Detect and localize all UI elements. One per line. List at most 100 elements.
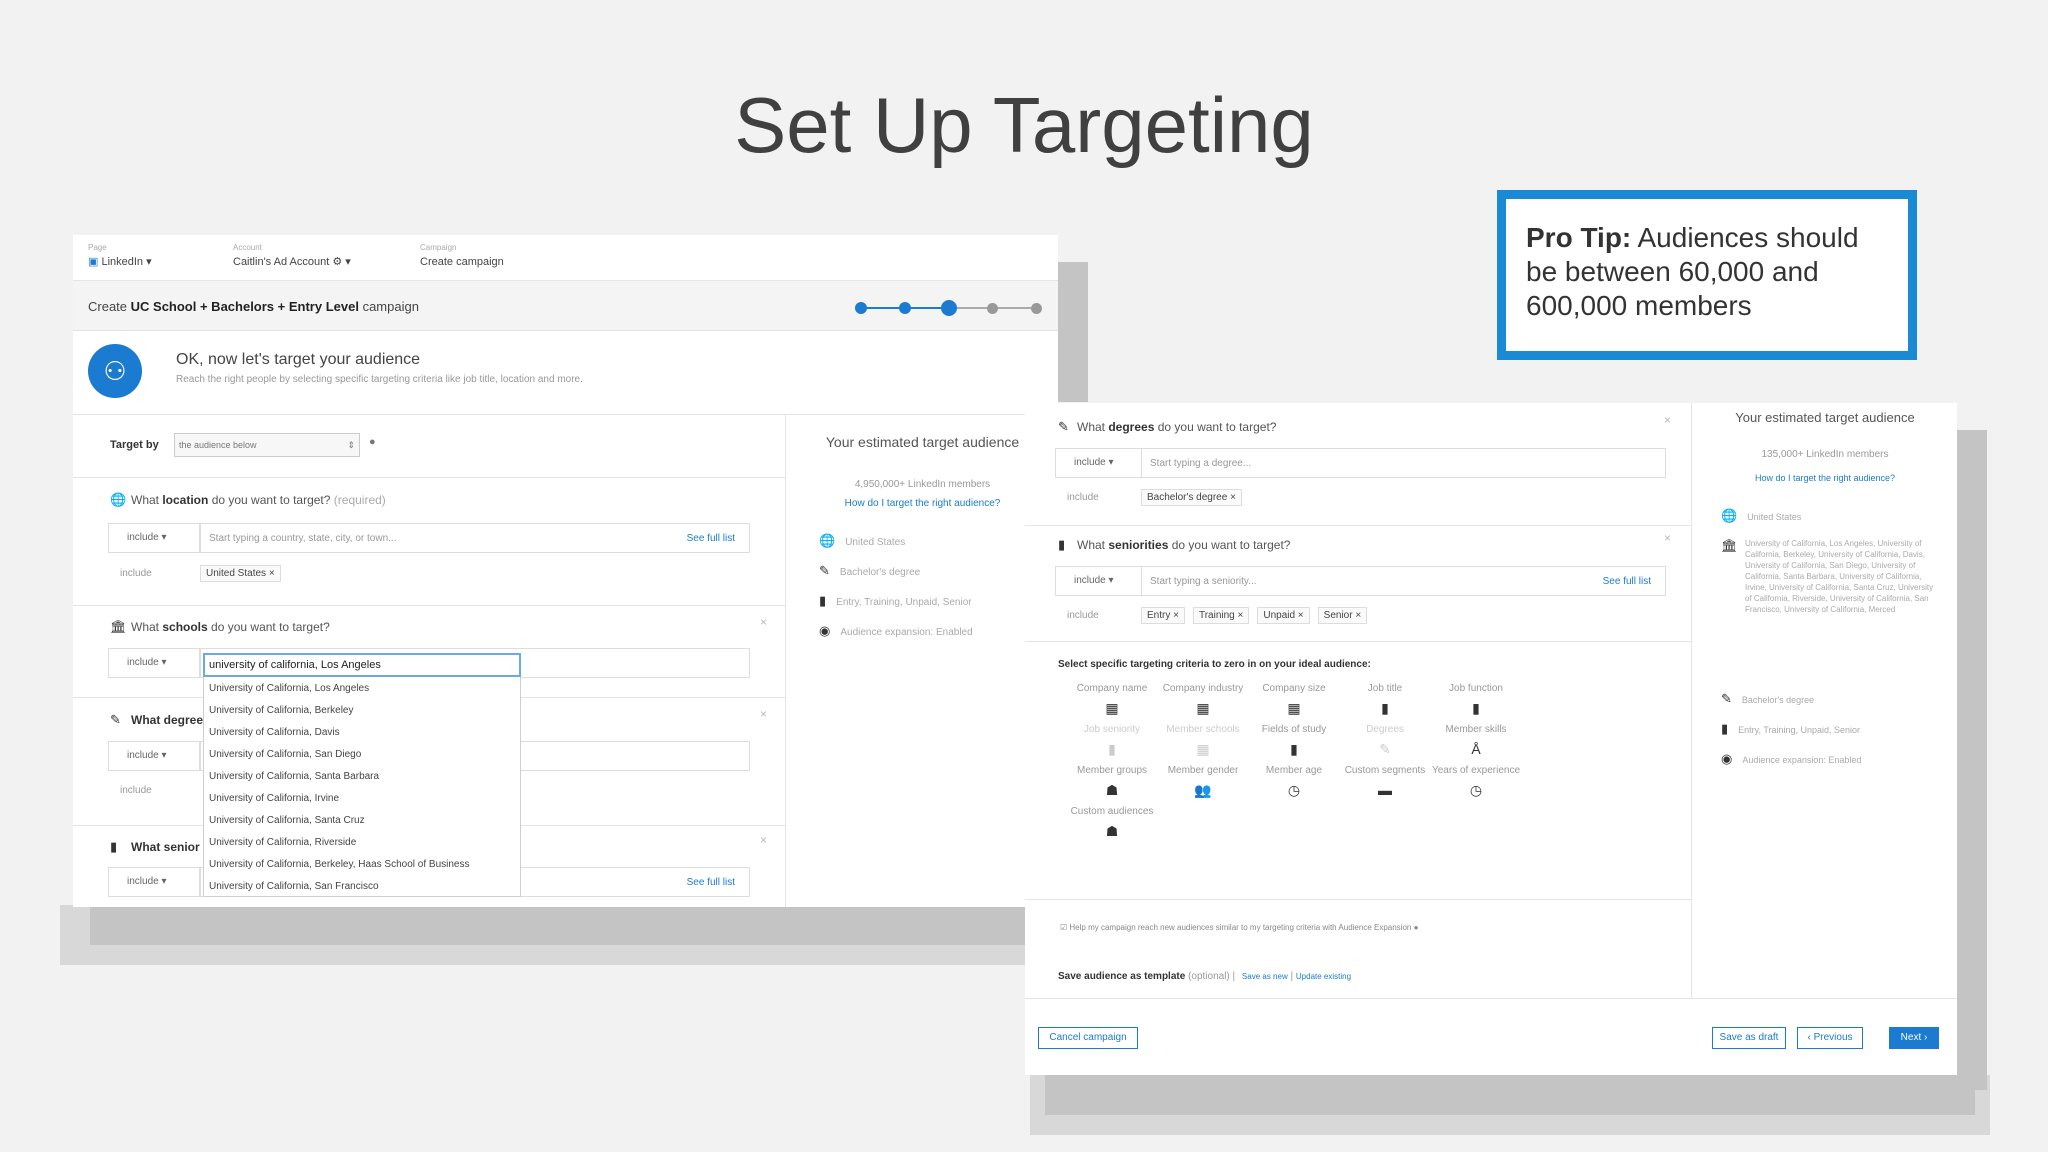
- estimate-help-link[interactable]: How do I target the right audience?: [787, 498, 1058, 509]
- cancel-campaign-button[interactable]: Cancel campaign: [1038, 1027, 1138, 1049]
- pro-tip-box: Pro Tip: Audiences should be between 60,…: [1497, 190, 1917, 360]
- person-icon: Å: [1471, 741, 1481, 757]
- campaign-header: Create UC School + Bachelors + Entry Lev…: [73, 281, 1058, 331]
- targeting-form-continued: ✎ What degrees do you want to target? × …: [1025, 403, 1692, 998]
- criteria-option[interactable]: Member skills Å: [1421, 724, 1531, 757]
- estimate-title: Your estimated target audience: [825, 434, 1020, 450]
- next-button[interactable]: Next ›: [1889, 1027, 1939, 1049]
- save-as-new-link[interactable]: Save as new: [1242, 972, 1288, 981]
- step-dot[interactable]: [855, 302, 867, 314]
- seniority-chip[interactable]: Senior ×: [1317, 607, 1368, 624]
- hero-subtitle: Reach the right people by selecting spec…: [176, 374, 583, 385]
- criteria-location: 🌐 United States: [1721, 508, 1802, 523]
- seniority-question: What seniorities do you want to target?: [1077, 538, 1291, 552]
- criteria-option[interactable]: Job function ▮: [1421, 683, 1531, 717]
- shadow: [1045, 1075, 1975, 1115]
- campaign-crumb[interactable]: Campaign Create campaign: [420, 243, 504, 270]
- audience-icon: ⚇: [88, 344, 142, 398]
- criteria-seniority: ▮ Entry, Training, Unpaid, Senior: [819, 593, 972, 608]
- schools-input[interactable]: university of california, Los Angeles: [203, 653, 521, 677]
- estimate-help-link[interactable]: How do I target the right audience?: [1693, 473, 1957, 483]
- include-select[interactable]: include ▾: [108, 648, 200, 678]
- estimate-members: 135,000+ LinkedIn members: [1761, 449, 1889, 460]
- school-option[interactable]: University of California, San Francisco: [204, 876, 520, 898]
- seniority-input[interactable]: Start typing a seniority... See full lis…: [1141, 566, 1666, 596]
- degree-icon: ✎: [110, 712, 121, 727]
- close-icon[interactable]: ×: [1664, 531, 1671, 545]
- document-icon: ▮: [1721, 721, 1729, 736]
- document-icon: ▮: [819, 593, 827, 608]
- see-full-list-link[interactable]: See full list: [1603, 576, 1651, 587]
- pen-icon: ✎: [819, 563, 830, 578]
- criteria-option[interactable]: Custom audiences ☗: [1057, 806, 1167, 840]
- close-icon[interactable]: ×: [760, 707, 767, 721]
- step-dot: [1031, 303, 1042, 314]
- school-option[interactable]: University of California, Riverside: [204, 832, 520, 854]
- clock-icon: ◷: [1469, 782, 1483, 798]
- school-option[interactable]: University of California, Berkeley: [204, 700, 520, 722]
- criteria-option[interactable]: Years of experience ◷: [1421, 765, 1531, 799]
- close-icon[interactable]: ×: [1664, 413, 1671, 427]
- criteria-degree: ✎ Bachelor's degree: [819, 563, 921, 578]
- pro-tip-label: Pro Tip:: [1526, 222, 1632, 253]
- linkedin-icon: ▣: [88, 256, 102, 268]
- seniority-chip[interactable]: Entry ×: [1141, 607, 1185, 624]
- estimate-title: Your estimated target audience: [1735, 410, 1915, 425]
- save-template-row: Save audience as template (optional) | S…: [1058, 971, 1352, 982]
- expansion-checkbox[interactable]: ☑ Help my campaign reach new audiences s…: [1060, 923, 1418, 932]
- location-chip[interactable]: United States ×: [200, 565, 281, 582]
- seniority-chip[interactable]: Unpaid ×: [1257, 607, 1310, 624]
- seniority-question: What senior: [131, 840, 200, 854]
- school-option[interactable]: University of California, Santa Barbara: [204, 766, 520, 788]
- targeting-screenshot-right: ✎ What degrees do you want to target? × …: [1025, 403, 1957, 1075]
- location-question: What location do you want to target? (re…: [131, 493, 386, 507]
- previous-button[interactable]: ‹ Previous: [1797, 1027, 1863, 1049]
- school-option[interactable]: University of California, San Diego: [204, 744, 520, 766]
- criteria-expansion: ◉ Audience expansion: Enabled: [1721, 751, 1862, 766]
- save-draft-button[interactable]: Save as draft: [1712, 1027, 1786, 1049]
- page-selector[interactable]: Page ▣ LinkedIn ▾: [88, 243, 152, 270]
- see-full-list-link[interactable]: See full list: [687, 877, 735, 888]
- degrees-input[interactable]: Start typing a degree...: [1141, 448, 1666, 478]
- slide-title: Set Up Targeting: [734, 81, 1314, 169]
- document-icon: ▮: [110, 839, 118, 854]
- account-selector[interactable]: Account Caitlin's Ad Account ⚙ ▾: [233, 243, 351, 270]
- criteria-location: 🌐 United States: [819, 533, 906, 548]
- expansion-icon: ◉: [819, 623, 831, 638]
- include-select[interactable]: include ▾: [108, 523, 200, 553]
- school-option[interactable]: University of California, Los Angeles: [204, 678, 520, 700]
- hero-title: OK, now let's target your audience: [176, 351, 421, 368]
- step-dot: [987, 303, 998, 314]
- degree-chip[interactable]: Bachelor's degree ×: [1141, 489, 1242, 506]
- shadow: [1957, 430, 1987, 1090]
- degrees-question: What degrees do you want to target?: [1077, 420, 1277, 434]
- school-option[interactable]: University of California, Santa Cruz: [204, 810, 520, 832]
- help-icon[interactable]: ●: [369, 436, 376, 448]
- target-by-label: Target by: [110, 439, 159, 451]
- close-icon[interactable]: ×: [760, 833, 767, 847]
- update-existing-link[interactable]: Update existing: [1296, 972, 1351, 981]
- see-full-list-link[interactable]: See full list: [687, 533, 735, 544]
- targeting-screenshot-left: Page ▣ LinkedIn ▾ Account Caitlin's Ad A…: [73, 235, 1058, 907]
- include-select[interactable]: include ▾: [1055, 448, 1147, 478]
- include-select[interactable]: include ▾: [1055, 566, 1147, 596]
- location-input[interactable]: Start typing a country, state, city, or …: [200, 523, 750, 553]
- school-option[interactable]: University of California, Davis: [204, 722, 520, 744]
- school-option[interactable]: University of California, Irvine: [204, 788, 520, 810]
- shadow: [1058, 262, 1088, 402]
- target-by-select[interactable]: the audience below ⇕: [174, 433, 360, 457]
- include-select[interactable]: include ▾: [108, 741, 200, 771]
- step-dot-current[interactable]: [941, 300, 957, 316]
- criteria-degree: ✎ Bachelor's degree: [1721, 691, 1815, 706]
- group-icon: ☗: [1105, 823, 1119, 839]
- seniority-chip[interactable]: Training ×: [1192, 607, 1250, 624]
- include-select[interactable]: include ▾: [108, 867, 200, 897]
- globe-icon: 🌐: [110, 492, 127, 507]
- school-option[interactable]: University of California, Berkeley, Haas…: [204, 854, 520, 876]
- globe-icon: 🌐: [819, 533, 836, 548]
- close-icon[interactable]: ×: [760, 615, 767, 629]
- degree-icon: ✎: [1058, 419, 1069, 434]
- shadow: [90, 907, 1058, 945]
- footer-actions: Cancel campaign Save as draft ‹ Previous…: [1025, 998, 1957, 1075]
- step-dot[interactable]: [899, 302, 911, 314]
